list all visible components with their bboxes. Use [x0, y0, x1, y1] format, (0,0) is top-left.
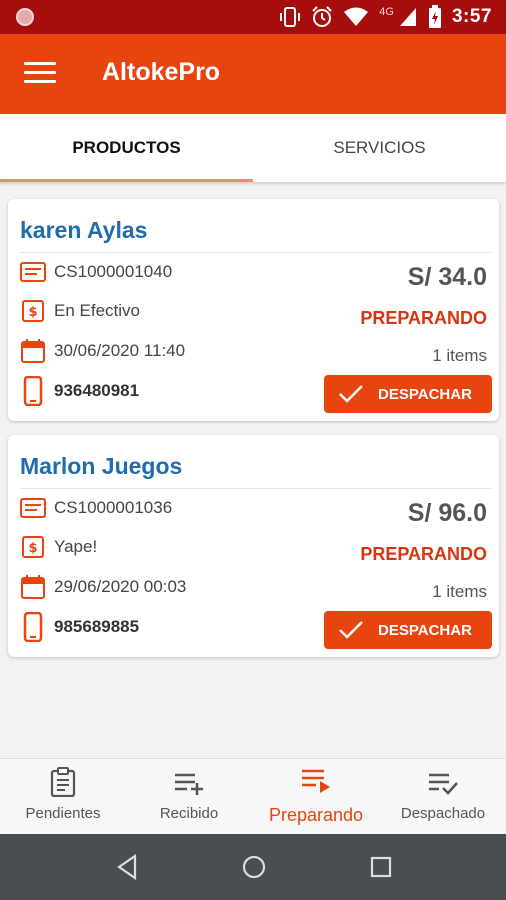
order-code-row: CS1000001036: [20, 497, 172, 519]
nav-despachado[interactable]: Despachado: [380, 759, 506, 835]
network-type: 4G: [379, 6, 394, 18]
date-row: 30/06/2020 11:40: [20, 339, 185, 363]
menu-icon[interactable]: [24, 62, 56, 86]
svg-text:$: $: [28, 305, 37, 320]
money-icon: $: [22, 536, 44, 558]
phone-row: 936480981: [20, 376, 139, 406]
order-code-row: CS1000001040: [20, 261, 172, 283]
tab-indicator: [0, 179, 253, 182]
phone-icon: [23, 376, 43, 406]
battery-icon: [428, 5, 441, 28]
nav-pendientes[interactable]: Pendientes: [0, 759, 126, 835]
nav-recibido[interactable]: Recibido: [126, 759, 252, 835]
dispatch-button[interactable]: DESPACHAR: [324, 375, 492, 413]
order-items-count: 1 items: [432, 346, 487, 365]
list-check-icon: [429, 773, 458, 795]
order-items-count: 1 items: [432, 582, 487, 601]
vibrate-icon: [280, 7, 301, 27]
receipt-icon: [20, 262, 46, 282]
nav-label: Pendientes: [25, 805, 101, 822]
back-icon[interactable]: [115, 854, 139, 880]
nav-label: Recibido: [159, 805, 219, 822]
signal-icon: [399, 8, 416, 26]
order-status: PREPARANDO: [360, 308, 487, 328]
check-icon: [339, 385, 363, 403]
tab-servicios[interactable]: SERVICIOS: [253, 114, 506, 182]
money-icon: $: [22, 300, 44, 322]
divider: [20, 252, 491, 253]
wifi-icon: [344, 7, 369, 26]
phone-row: 985689885: [20, 612, 139, 642]
order-card[interactable]: karen Aylas CS1000001040 $ En Efectivo 3…: [8, 199, 499, 421]
calendar-icon: [21, 575, 45, 599]
tab-bar: PRODUCTOS SERVICIOS: [0, 114, 506, 182]
status-bar: 4G 3:57: [0, 0, 506, 34]
dispatch-button-label: DESPACHAR: [378, 385, 472, 403]
recents-icon[interactable]: [369, 854, 393, 880]
svg-text:$: $: [28, 541, 37, 556]
customer-name: karen Aylas: [20, 217, 148, 243]
dispatch-button[interactable]: DESPACHAR: [324, 611, 492, 649]
order-datetime: 29/06/2020 00:03: [54, 577, 187, 596]
bottom-nav: Pendientes Recibido Preparando Despachad…: [0, 758, 506, 834]
payment-row: $ En Efectivo: [20, 300, 140, 322]
phone-icon: [23, 612, 43, 642]
system-nav-bar: [0, 834, 506, 900]
payment-row: $ Yape!: [20, 536, 97, 558]
tab-productos[interactable]: PRODUCTOS: [0, 114, 253, 182]
home-icon[interactable]: [241, 854, 267, 880]
payment-method: En Efectivo: [54, 301, 140, 320]
divider: [20, 488, 491, 489]
nav-label: Preparando: [268, 805, 364, 825]
status-time: 3:57: [451, 6, 492, 27]
order-code: CS1000001040: [54, 262, 173, 281]
receipt-icon: [20, 498, 46, 518]
order-card[interactable]: Marlon Juegos CS1000001036 $ Yape! 29/06…: [8, 435, 499, 657]
check-icon: [339, 621, 363, 639]
customer-phone[interactable]: 936480981: [54, 381, 139, 401]
app-title: AltokePro: [102, 58, 221, 86]
calendar-icon: [21, 339, 45, 363]
dispatch-button-label: DESPACHAR: [378, 621, 472, 639]
notification-dot-icon: [16, 8, 34, 26]
list-play-icon: [302, 769, 330, 793]
app-bar: AltokePro: [0, 34, 506, 114]
customer-name: Marlon Juegos: [20, 453, 183, 479]
order-code: CS1000001036: [54, 498, 173, 517]
list-add-icon: [175, 773, 203, 795]
order-datetime: 30/06/2020 11:40: [54, 341, 186, 360]
order-price: S/ 34.0: [407, 263, 487, 291]
order-price: S/ 96.0: [407, 499, 487, 527]
nav-label: Despachado: [400, 805, 486, 822]
customer-phone[interactable]: 985689885: [54, 617, 139, 637]
payment-method: Yape!: [54, 537, 98, 556]
date-row: 29/06/2020 00:03: [20, 575, 186, 599]
nav-preparando[interactable]: Preparando: [253, 759, 379, 835]
alarm-icon: [312, 6, 332, 27]
order-status: PREPARANDO: [360, 544, 487, 564]
clipboard-icon: [50, 767, 76, 797]
status-icons: 4G 3:57: [279, 0, 492, 34]
